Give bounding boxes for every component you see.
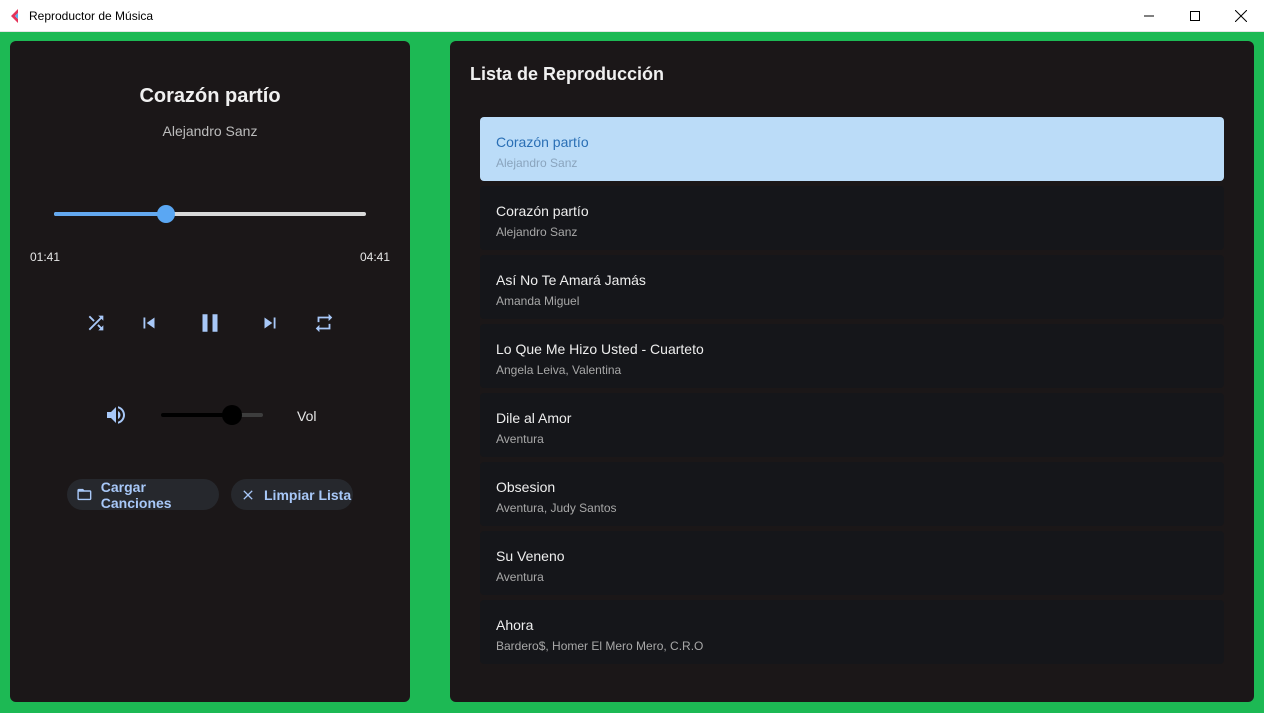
close-icon bbox=[243, 489, 253, 500]
track-title: Dile al Amor bbox=[496, 410, 572, 426]
folder-icon bbox=[77, 488, 92, 501]
track-artist: Amanda Miguel bbox=[496, 294, 580, 308]
playlist-item[interactable]: Lo Que Me Hizo Usted - Cuarteto Angela Le… bbox=[480, 324, 1224, 388]
track-title: Su Veneno bbox=[496, 548, 565, 564]
playlist-item[interactable]: Obsesion Aventura, Judy Santos bbox=[480, 462, 1224, 526]
load-songs-button[interactable]: Cargar Canciones bbox=[67, 478, 219, 511]
progress-slider[interactable] bbox=[54, 204, 366, 224]
playlist-heading: Lista de Reproducción bbox=[470, 64, 665, 84]
playlist-item[interactable]: Ahora Bardero$, Homer El Mero Mero, C.R.O bbox=[480, 600, 1224, 664]
track-artist: Bardero$, Homer El Mero Mero, C.R.O bbox=[496, 639, 704, 653]
previous-icon bbox=[143, 317, 155, 329]
previous-button[interactable] bbox=[137, 306, 161, 340]
progress-fill bbox=[54, 212, 167, 216]
progress-thumb[interactable] bbox=[157, 205, 176, 223]
now-playing-panel: Corazón partío Alejandro Sanz 01:41 04:4… bbox=[10, 41, 410, 702]
shuffle-button[interactable] bbox=[83, 306, 109, 340]
playlist-item[interactable]: Dile al Amor Aventura bbox=[480, 393, 1224, 457]
track-title: Corazón partío bbox=[496, 203, 589, 219]
minimize-icon bbox=[1144, 15, 1154, 16]
track-artist: Aventura bbox=[496, 570, 544, 584]
next-button[interactable] bbox=[258, 306, 282, 340]
pause-button[interactable] bbox=[193, 306, 227, 340]
track-title: Lo Que Me Hizo Usted - Cuarteto bbox=[496, 341, 704, 357]
clear-list-button[interactable]: Limpiar Lista bbox=[231, 479, 353, 510]
playlist-item[interactable]: Corazón partío Alejandro Sanz bbox=[480, 117, 1224, 181]
title-bar: Reproductor de Música bbox=[0, 0, 1264, 32]
track-title: Corazón partío bbox=[496, 134, 589, 150]
maximize-icon bbox=[1190, 10, 1200, 21]
close-icon bbox=[1235, 9, 1247, 22]
close-button[interactable] bbox=[1218, 0, 1264, 31]
track-artist: Aventura, Judy Santos bbox=[496, 501, 617, 515]
volume-label: Vol bbox=[297, 408, 317, 424]
pause-icon bbox=[202, 314, 218, 332]
volume-icon bbox=[107, 406, 125, 424]
current-time: 01:41 bbox=[30, 250, 61, 264]
playlist-item[interactable]: Su Veneno Aventura bbox=[480, 531, 1224, 595]
clear-list-label: Limpiar Lista bbox=[264, 486, 352, 503]
track-title: Obsesion bbox=[496, 479, 556, 495]
volume-button[interactable] bbox=[104, 403, 128, 427]
volume-thumb[interactable] bbox=[222, 405, 243, 425]
next-icon bbox=[264, 317, 276, 329]
volume-slider[interactable] bbox=[161, 405, 263, 425]
minimize-button[interactable] bbox=[1126, 0, 1172, 31]
playlist-list: Corazón partío Alejandro Sanz Corazón part… bbox=[480, 117, 1224, 669]
track-title: Así No Te Amará Jamás bbox=[496, 272, 646, 288]
load-songs-label: Cargar Canciones bbox=[100, 478, 172, 511]
playlist-item[interactable]: Corazón partío Alejandro Sanz bbox=[480, 186, 1224, 250]
now-playing-title: Corazón partío bbox=[139, 85, 281, 107]
repeat-icon bbox=[315, 313, 333, 333]
app-logo-icon bbox=[11, 8, 18, 23]
total-time: 04:41 bbox=[359, 250, 390, 264]
playlist-panel: Lista de Reproducción Corazón partío Alej… bbox=[450, 41, 1254, 702]
repeat-button[interactable] bbox=[312, 306, 336, 340]
window-title: Reproductor de Música bbox=[29, 8, 154, 23]
track-title: Ahora bbox=[496, 617, 534, 633]
track-artist: Angela Leiva, Valentina bbox=[496, 363, 622, 377]
track-artist: Alejandro Sanz bbox=[496, 156, 578, 170]
playlist-item[interactable]: Así No Te Amará Jamás Amanda Miguel bbox=[480, 255, 1224, 319]
now-playing-artist: Alejandro Sanz bbox=[162, 123, 258, 139]
maximize-button[interactable] bbox=[1172, 0, 1218, 31]
shuffle-icon bbox=[88, 315, 104, 331]
track-artist: Alejandro Sanz bbox=[496, 225, 578, 239]
track-artist: Aventura bbox=[496, 432, 544, 446]
